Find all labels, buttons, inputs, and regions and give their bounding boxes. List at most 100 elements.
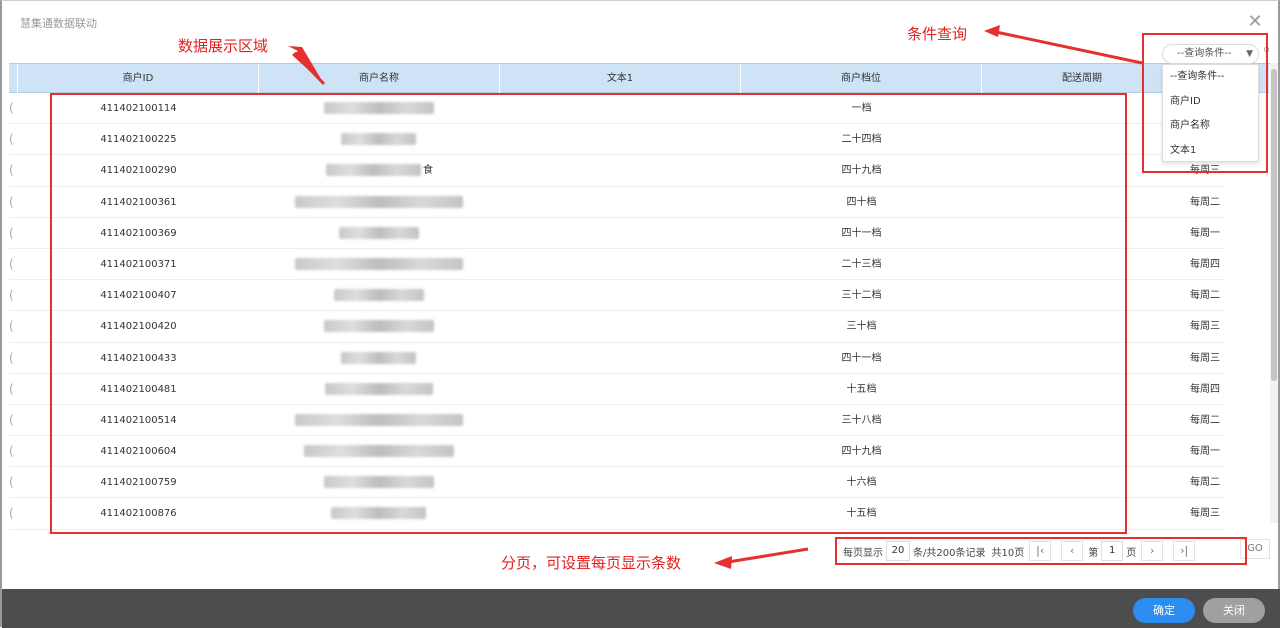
table-row[interactable]: (411402100407 三十二档 每周二 — [9, 280, 1224, 312]
arrow-query-line — [995, 30, 1143, 65]
window-title: 慧集通数据联动 — [20, 17, 97, 30]
cell-merchant-name — [259, 280, 500, 310]
query-option-merchant-name[interactable]: 商户名称 — [1163, 114, 1258, 139]
row-select-indicator[interactable]: ( — [9, 187, 18, 217]
table-row[interactable]: (411402100514 三十八档 每周二 — [9, 405, 1224, 437]
query-option-text1[interactable]: 文本1 — [1163, 139, 1258, 164]
table-row[interactable]: (411402100369 四十一档 每周一 — [9, 218, 1224, 249]
row-select-indicator[interactable]: ( — [9, 155, 18, 185]
dialog-footer — [2, 589, 1280, 628]
row-select-indicator[interactable]: ( — [9, 249, 18, 279]
redacted-name — [294, 195, 463, 208]
table-row[interactable]: (411402100876 十五档 每周三 — [9, 498, 1224, 530]
row-select-indicator[interactable]: ( — [9, 93, 18, 123]
redacted-name — [323, 320, 434, 333]
cell-delivery-cycle: 每周四 — [1190, 383, 1220, 395]
row-select-indicator[interactable]: ( — [9, 498, 18, 528]
query-option-merchant-id[interactable]: 商户ID — [1163, 90, 1258, 115]
cell-merchant-id: 411402100361 — [100, 196, 177, 208]
cell-merchant-name — [259, 249, 500, 279]
cell-merchant-id: 411402100433 — [100, 352, 177, 364]
page-suffix: 页 — [1126, 547, 1137, 559]
table-row[interactable]: (411402100371 二十三档 每周四 — [9, 249, 1224, 281]
cell-merchant-level: 三十档 — [846, 321, 877, 333]
row-select-indicator[interactable]: ( — [9, 311, 18, 341]
table-row[interactable]: (411402100290 食四十九档 每周三 — [9, 155, 1224, 187]
cell-merchant-id: 411402100420 — [100, 321, 177, 333]
cell-merchant-name — [259, 467, 500, 497]
row-select-indicator[interactable]: ( — [9, 405, 18, 435]
cell-merchant-level: 四十九档 — [841, 165, 882, 177]
last-page-button[interactable]: ›| — [1173, 541, 1196, 561]
cell-merchant-level: 三十八档 — [841, 414, 882, 426]
table-row[interactable]: (411402100225二十四档每周四 — [9, 124, 1224, 156]
query-condition-dropdown: --查询条件-- 商户ID 商户名称 文本1 — [1162, 64, 1259, 162]
cell-merchant-id: 411402100759 — [100, 477, 177, 489]
cell-merchant-level: 四十一档 — [841, 227, 882, 239]
table-row[interactable]: (411402100481 十五档 每周四 — [9, 374, 1224, 405]
redacted-name — [333, 289, 424, 302]
cell-merchant-id: 411402100876 — [100, 508, 177, 520]
row-select-indicator[interactable]: ( — [9, 343, 18, 373]
cell-merchant-level: 一档 — [851, 103, 872, 114]
header-text1[interactable]: 文本1 — [500, 64, 741, 93]
go-button[interactable]: GO — [1240, 539, 1270, 559]
table-row[interactable]: (411402100114一档每周一 — [9, 93, 1224, 125]
row-select-indicator[interactable]: ( — [9, 436, 18, 466]
cell-delivery-cycle: 每周四 — [1190, 258, 1220, 270]
data-table: 商户ID 商户名称 文本1 商户档位 配送周期 (411402100114 一档每… — [9, 63, 1270, 530]
row-select-indicator[interactable]: ( — [9, 467, 18, 497]
close-button[interactable]: 关闭 — [1203, 598, 1265, 623]
cell-merchant-level: 二十三档 — [841, 258, 882, 270]
scrollbar-thumb[interactable] — [1271, 69, 1277, 381]
cell-merchant-id: 411402100371 — [100, 258, 177, 270]
table-row[interactable]: (411402100420 三十档 每周三 — [9, 311, 1224, 343]
table-row[interactable]: (411402100759 十六档 每周二 — [9, 467, 1224, 499]
prev-page-button[interactable]: ‹ — [1061, 541, 1084, 561]
redacted-name — [324, 382, 433, 395]
page-number-input[interactable]: 1 — [1101, 541, 1124, 561]
header-merchant-id[interactable]: 商户ID — [18, 64, 259, 93]
row-select-indicator[interactable]: ( — [9, 124, 18, 154]
redacted-name — [326, 164, 421, 177]
cell-merchant-id: 411402100604 — [100, 446, 177, 458]
header-merchant-name[interactable]: 商户名称 — [259, 64, 500, 93]
per-page-label: 每页显示 — [843, 547, 883, 559]
table-row[interactable]: (411402100433 四十一档 每周三 — [9, 343, 1224, 374]
row-select-indicator[interactable]: ( — [9, 280, 18, 310]
cell-merchant-name — [259, 187, 500, 217]
cell-text1 — [500, 249, 741, 279]
cell-text1 — [500, 280, 741, 310]
cell-merchant-level: 十六档 — [846, 477, 877, 489]
first-page-button[interactable]: |‹ — [1029, 541, 1052, 561]
query-option[interactable]: --查询条件-- — [1163, 65, 1258, 90]
cell-text1 — [500, 218, 741, 248]
cell-merchant-name — [259, 436, 500, 466]
table-row[interactable]: (411402100361 四十档 每周二 — [9, 187, 1224, 218]
redacted-name — [331, 507, 426, 520]
cell-delivery-cycle: 每周二 — [1190, 196, 1220, 208]
cell-merchant-name — [259, 405, 500, 435]
annotation-data-area: 数据展示区域 — [178, 37, 269, 55]
cell-text1 — [500, 374, 741, 404]
table-row[interactable]: (411402100604 四十九档 每周一 — [9, 436, 1224, 468]
next-page-button[interactable]: › — [1141, 541, 1164, 561]
query-condition-select[interactable]: --查询条件-- ▼ — [1162, 44, 1259, 64]
confirm-button[interactable]: 确定 — [1133, 598, 1195, 623]
row-select-indicator[interactable]: ( — [9, 374, 18, 404]
header-select-column — [9, 64, 18, 93]
row-select-indicator[interactable]: ( — [9, 218, 18, 248]
cell-delivery-cycle: 每周一 — [1190, 446, 1220, 458]
cell-text1 — [500, 124, 741, 154]
cell-merchant-id: 411402100369 — [100, 227, 177, 239]
close-icon[interactable]: ✕ — [1246, 13, 1264, 31]
redacted-name — [323, 102, 434, 114]
caret-down-icon: ▼ — [1246, 49, 1253, 59]
cell-text1 — [500, 405, 741, 435]
cell-text1 — [500, 187, 741, 217]
per-page-input[interactable]: 20 — [886, 541, 910, 561]
cell-merchant-level: 三十二档 — [841, 290, 882, 302]
cell-delivery-cycle: 每周三 — [1190, 321, 1220, 333]
search-icon[interactable]: ⚲ — [1263, 46, 1270, 57]
header-merchant-level[interactable]: 商户档位 — [741, 64, 982, 93]
